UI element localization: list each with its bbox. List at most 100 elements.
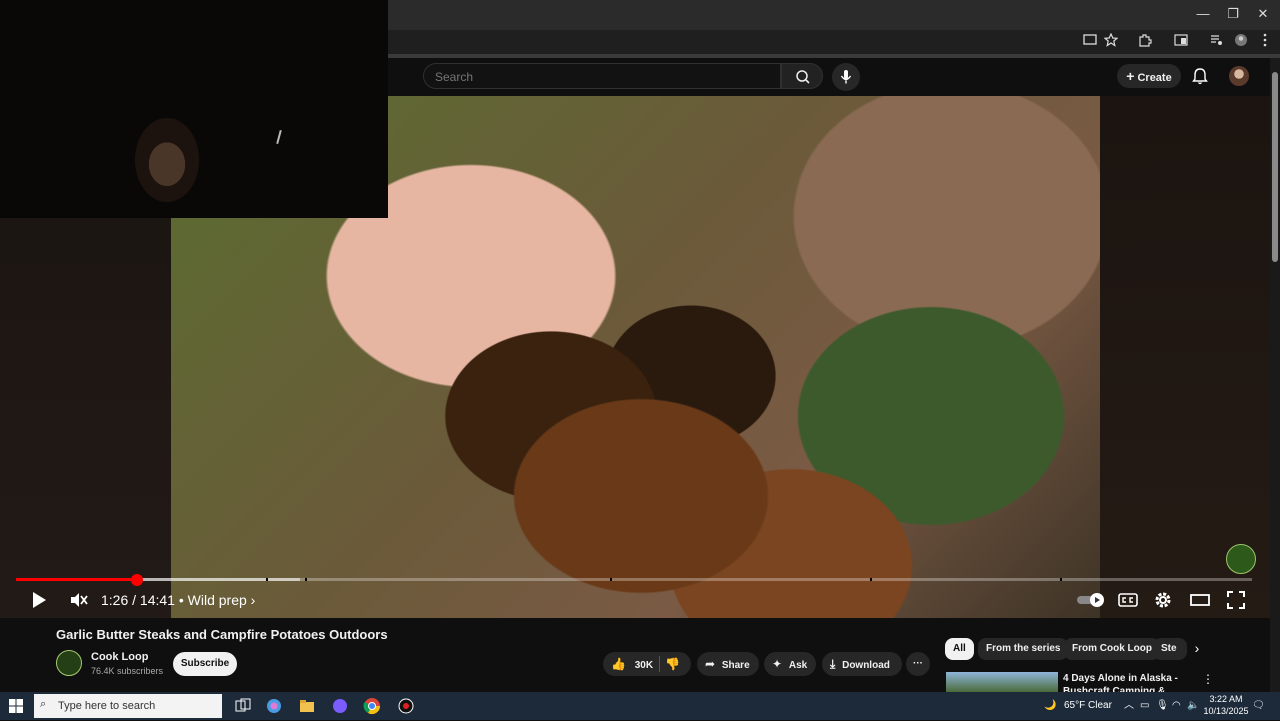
theater-mode-button[interactable] [1189,590,1211,610]
account-avatar[interactable] [1229,66,1249,86]
chapter-marker [266,578,268,581]
webcam-person [135,118,199,202]
channel-name[interactable]: Cook Loop [91,651,148,663]
wifi-icon[interactable]: ◠ [1172,696,1181,716]
player-letterbox-right [1100,96,1270,618]
voice-search-button[interactable] [832,63,860,91]
search-icon: ⌕ [40,698,47,710]
volume-muted-icon [71,593,88,607]
chapter-title[interactable]: Wild prep [188,592,247,608]
mute-button[interactable] [69,590,89,610]
create-button[interactable]: + Create [1117,64,1181,88]
search-input[interactable] [433,67,767,87]
chevron-right-icon: › [250,592,256,608]
fullscreen-icon [1227,591,1245,609]
download-label: Download [842,660,890,671]
copilot-icon[interactable] [264,696,284,716]
captions-icon [1118,593,1138,607]
sparkle-icon: ✦ [772,657,783,671]
chip-from-channel[interactable]: From Cook Loop [1064,638,1160,660]
extensions-puzzle-icon[interactable] [1135,33,1155,51]
chevron-right-icon[interactable]: › [1188,640,1206,660]
restore-button[interactable]: ❐ [1218,4,1248,24]
taskbar-clock-time[interactable]: 3:22 AM [1206,694,1246,704]
media-control-icon[interactable] [1206,33,1226,51]
captions-button[interactable] [1117,590,1139,610]
autoplay-toggle-icon [1077,593,1104,607]
progress-played [16,578,138,581]
close-window-button[interactable]: ✕ [1248,4,1278,24]
taskbar-clock-date[interactable]: 10/13/2025 [1201,706,1251,716]
share-label: Share [721,660,750,671]
theater-mode-icon [1190,594,1210,606]
search-button[interactable] [781,63,823,89]
file-explorer-icon[interactable] [297,696,317,716]
browser-menu-icon[interactable] [1255,33,1275,51]
chapter-marker [1060,578,1062,581]
download-button[interactable]: ⤓ Download [822,652,902,676]
more-actions-button[interactable]: ··· [906,652,930,676]
tray-device-icon[interactable]: ▭ [1140,696,1149,716]
time-display: 1:26 / 14:41 • Wild prep › [101,590,255,610]
weather-status[interactable]: 65°F Clear [1064,696,1112,716]
time-elapsed-total: 1:26 / 14:41 [101,592,175,608]
thumbs-up-icon: 👍 [611,657,626,671]
messenger-app-icon[interactable] [330,696,350,716]
search-icon [796,70,810,84]
autoplay-toggle[interactable] [1076,590,1106,610]
windows-start-icon[interactable] [8,698,24,714]
play-button[interactable] [29,590,49,610]
chip-partial[interactable]: Ste [1153,638,1187,660]
chrome-icon[interactable] [362,696,382,716]
recommendation-thumbnail[interactable] [946,672,1058,692]
share-arrow-icon: ➦ [705,657,716,671]
subscribe-button[interactable]: Subscribe [173,652,237,676]
sidepanel-icon[interactable] [1171,33,1191,51]
minimize-button[interactable]: — [1188,4,1218,24]
like-dislike-pill: 👍 30K 👎 [603,652,691,676]
chip-all[interactable]: All [945,638,974,660]
chapter-marker [305,578,307,581]
cast-icon[interactable] [1080,33,1100,51]
download-icon: ⤓ [830,657,836,671]
plus-icon: + [1126,68,1135,84]
recording-app-icon[interactable] [396,696,416,716]
thumbs-down-icon: 👎 [665,657,680,671]
task-view-icon[interactable] [233,696,253,716]
bell-icon [1192,68,1208,85]
chapter-separator: • [178,592,184,608]
taskbar-search-box[interactable]: ⌕ Type here to search [34,694,222,718]
channel-avatar[interactable] [56,650,82,676]
gear-icon [1155,592,1171,608]
notifications-button[interactable] [1190,66,1210,86]
recommendation-title[interactable]: 4 Days Alone in Alaska - Bushcraft Campi… [1063,672,1203,692]
settings-button[interactable] [1153,590,1173,610]
notification-center-icon[interactable]: 🗨 [1252,696,1265,716]
pill-divider [659,656,660,672]
fullscreen-button[interactable] [1226,590,1246,610]
subscriber-count: 76.4K subscribers [91,666,164,676]
ask-label: Ask [788,660,808,671]
bookmark-star-icon[interactable] [1101,33,1121,51]
microphone-icon [840,70,852,84]
ask-button[interactable]: ✦ Ask [764,652,816,676]
webcam-overlay [0,0,388,218]
kebab-menu-icon[interactable]: ⋮ [1202,672,1214,688]
page-scroll-thumb[interactable] [1272,72,1278,262]
microphone-tray-icon[interactable]: 🎙 [1156,696,1169,716]
taskbar-search-placeholder: Type here to search [58,700,156,712]
play-icon [33,592,46,608]
chip-from-series[interactable]: From the series [978,638,1069,660]
dislike-button[interactable]: 👎 [665,652,680,678]
video-title: Garlic Butter Steaks and Campfire Potato… [56,627,388,642]
share-button[interactable]: ➦ Share [697,652,759,676]
speaker-icon[interactable]: 🔈 [1187,696,1199,716]
like-button[interactable]: 👍 30K [611,652,653,678]
channel-watermark[interactable] [1226,544,1256,574]
tray-overflow-chevron-icon[interactable]: ︿ [1124,696,1134,716]
weather-moon-icon[interactable]: 🌙 [1044,696,1056,716]
create-label: Create [1137,72,1172,84]
like-count: 30K [634,660,654,671]
profile-icon[interactable] [1231,33,1251,51]
chapter-marker [610,578,612,581]
